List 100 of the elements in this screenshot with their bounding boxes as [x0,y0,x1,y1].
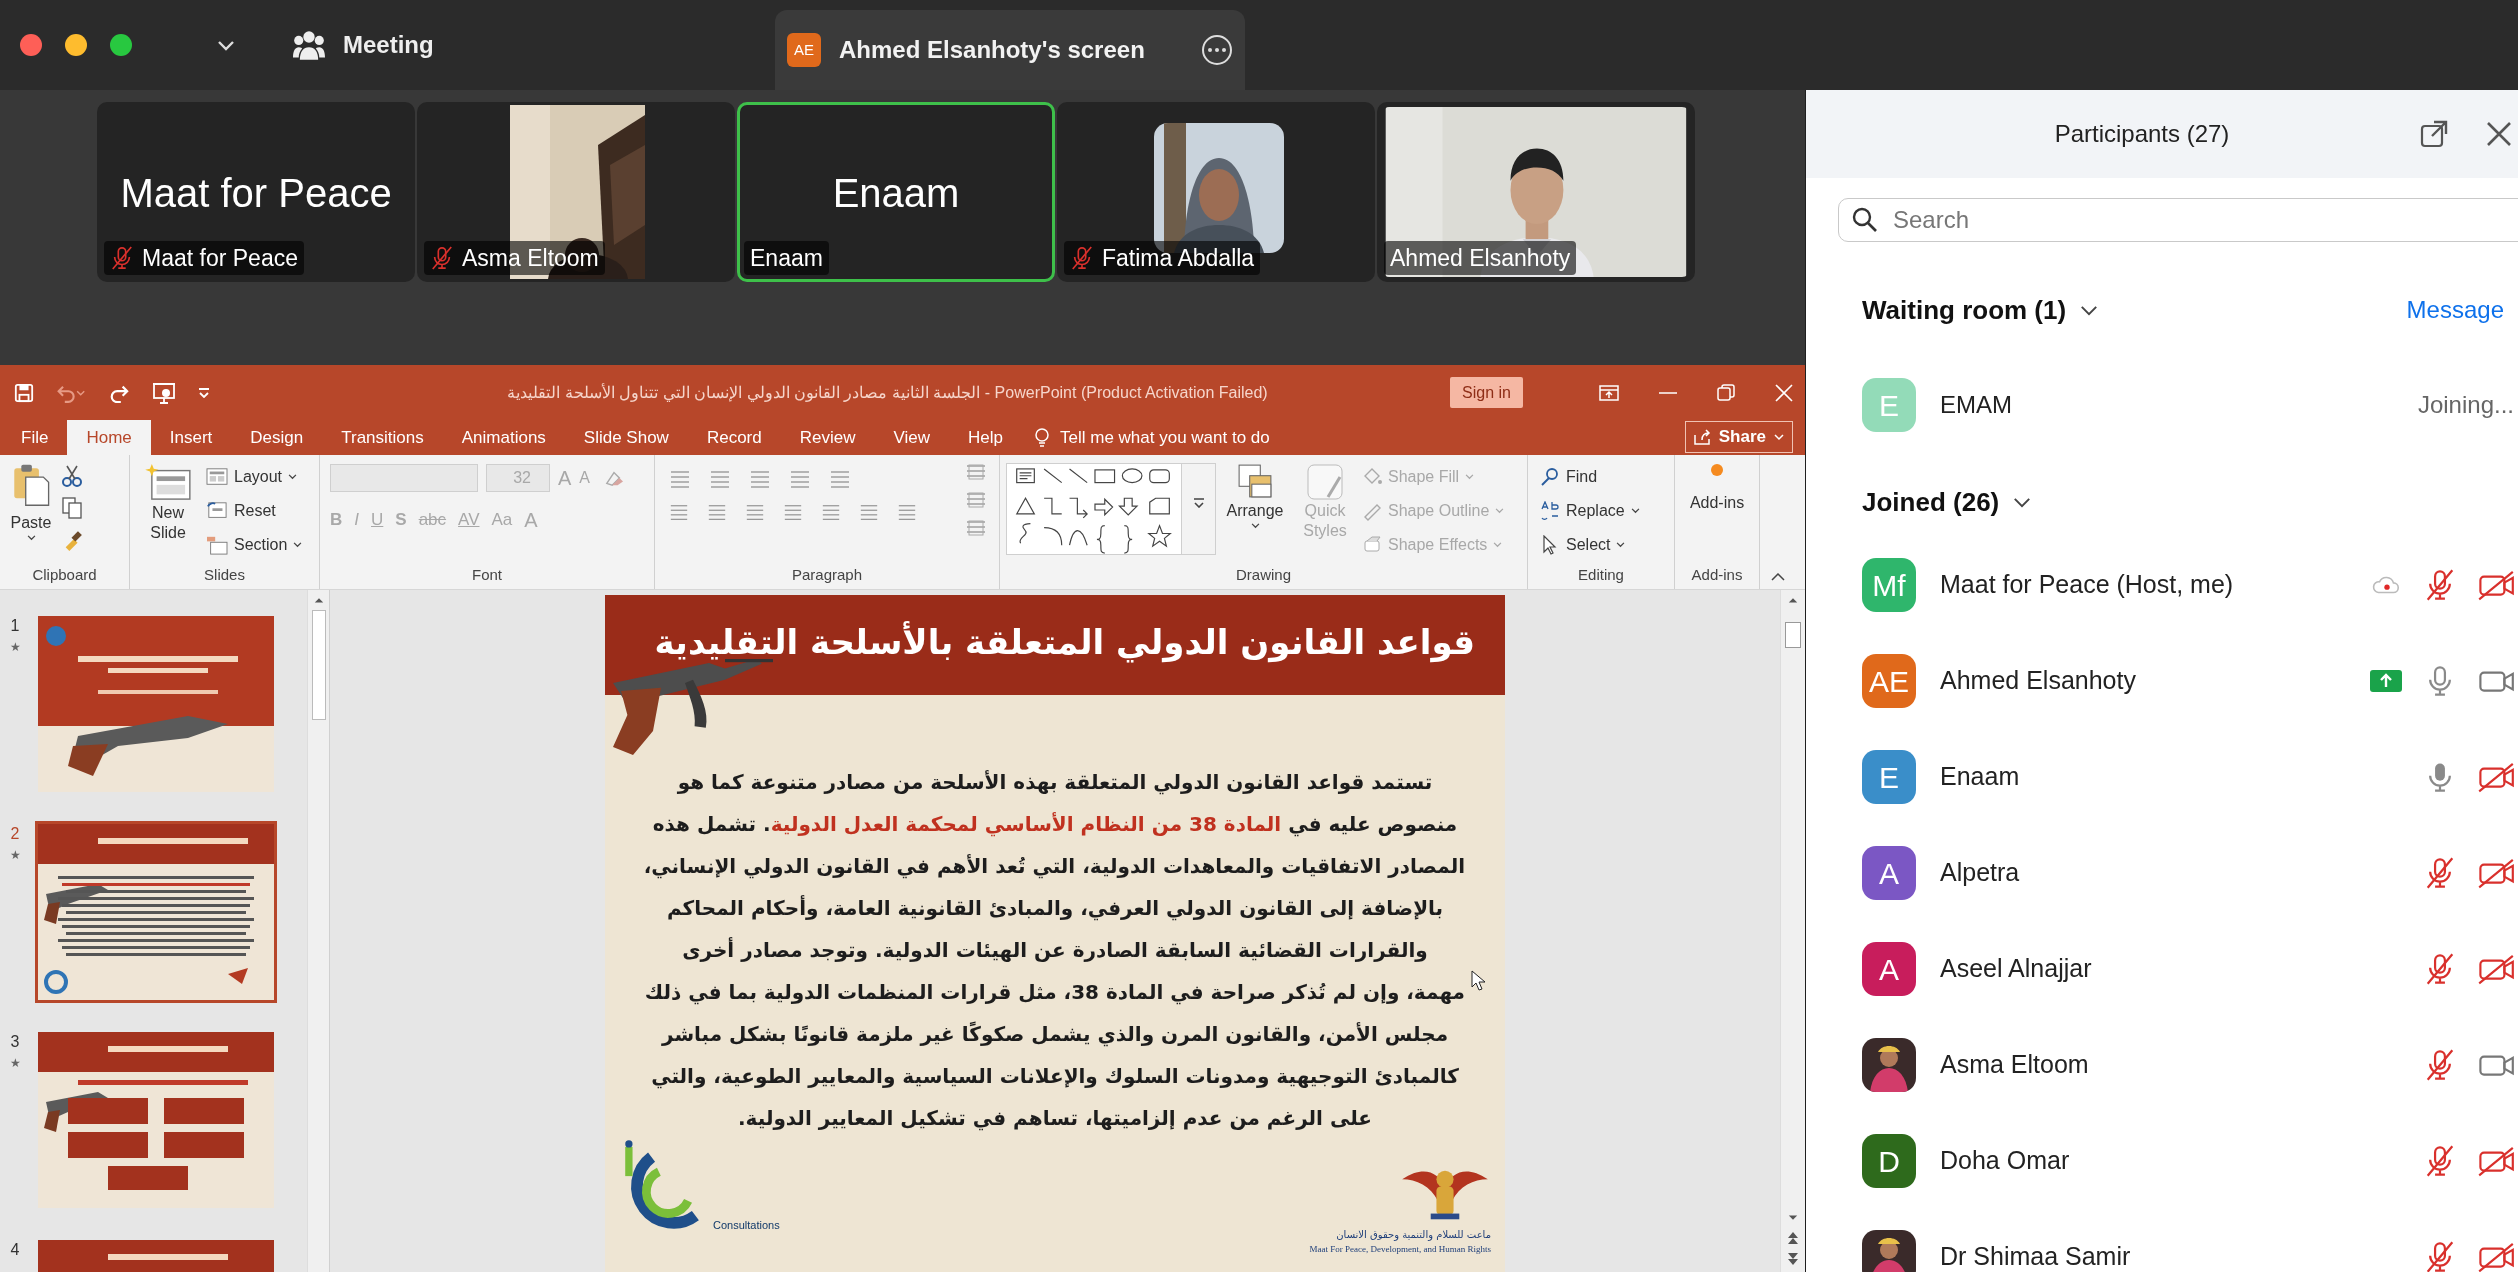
video-off-icon[interactable] [2478,1241,2514,1272]
ribbon-tab[interactable]: File [2,420,68,455]
ribbon-display-icon[interactable] [1599,384,1619,401]
select-button[interactable]: Select [1540,531,1640,559]
add-ins-button[interactable]: Add-ins [1681,463,1753,515]
video-off-icon[interactable] [2478,953,2514,985]
slide-thumbnail[interactable] [35,1029,277,1211]
tell-me-search[interactable]: Tell me what you want to do [1034,420,1270,455]
muted-mic-icon[interactable] [2424,952,2456,986]
shape-effects-icon [1362,535,1382,555]
video-off-icon[interactable] [2478,1145,2514,1177]
ribbon-tab[interactable]: Home [67,420,151,455]
muted-mic-icon[interactable] [2424,1144,2456,1178]
ribbon-tab[interactable]: Help [949,420,1022,455]
muted-mic-icon[interactable] [2424,568,2456,602]
ribbon-tab[interactable]: Record [687,420,781,455]
pop-out-icon[interactable] [2420,120,2448,148]
ribbon-tab[interactable]: View [874,420,949,455]
ribbon-tab[interactable]: Slide Show [564,420,688,455]
video-off-icon[interactable] [2478,761,2514,793]
minimize-icon[interactable] [1659,391,1677,394]
customize-toolbar-icon[interactable] [198,387,210,398]
rtl-icon[interactable] [859,503,879,523]
participant-row[interactable]: E EMAM Joining... [1806,357,2518,453]
copy-icon[interactable] [62,497,82,519]
thumbnail-scrollbar[interactable] [307,590,329,1272]
slide-scrollbar[interactable] [1780,590,1805,1272]
participant-row[interactable]: A Alpetra [1806,825,2518,921]
participant-row[interactable]: E Enaam [1806,729,2518,825]
ribbon-tab[interactable]: Animations [442,420,565,455]
meeting-menu[interactable]: Meeting [343,27,434,63]
ribbon-tab[interactable]: Transitions [322,420,443,455]
ribbon-tab[interactable]: Review [780,420,875,455]
message-link[interactable]: Message [2406,292,2504,328]
justify-icon[interactable] [783,503,803,523]
video-off-icon[interactable] [2478,569,2514,601]
section-heading[interactable]: Joined (26) [1862,482,2000,522]
screen-share-tab[interactable]: AE Ahmed Elsanhoty's screen [775,10,1245,90]
ribbon-tab[interactable]: Insert [150,420,232,455]
share-icon [1693,429,1711,445]
arrange-button[interactable]: Arrange [1222,463,1288,529]
ribbon-tab[interactable]: Design [231,420,323,455]
window-zoom-button[interactable] [110,34,132,56]
new-slide-button[interactable]: New Slide [136,463,200,543]
next-slide-icon[interactable] [1787,1252,1799,1266]
muted-mic-icon[interactable] [2424,856,2456,890]
paint-bucket-icon [1362,467,1382,487]
video-off-icon[interactable] [2478,857,2514,889]
reset-button[interactable]: Reset [206,497,303,525]
sign-in-button[interactable]: Sign in [1450,377,1523,408]
slide-thumbnail[interactable] [35,821,277,1003]
save-icon[interactable] [14,382,34,403]
more-shapes-icon[interactable] [1192,498,1205,508]
layout-button[interactable]: Layout [206,463,303,491]
logo-caption: Maat For Peace, Development, and Human Rights [1309,1243,1491,1256]
align-center-icon[interactable] [707,503,727,523]
collapse-ribbon-icon[interactable] [1771,573,1785,581]
chevron-down-icon[interactable] [2080,304,2099,316]
search-field[interactable]: Search [1838,198,2518,242]
participant-row[interactable]: Dr Shimaa Samir [1806,1209,2518,1272]
scroll-up-icon[interactable] [313,596,324,604]
section-button[interactable]: Section [206,531,303,559]
scroll-thumb[interactable] [1785,622,1801,648]
presentation-icon[interactable] [152,381,176,404]
participant-row[interactable]: A Aseel Alnajjar [1806,921,2518,1017]
find-button[interactable]: Find [1540,463,1640,491]
section-heading[interactable]: Waiting room (1) [1862,290,2067,330]
close-icon[interactable] [2486,121,2512,147]
muted-mic-icon[interactable] [2424,1048,2456,1082]
more-options-icon[interactable] [1201,34,1233,66]
align-right-icon[interactable] [745,503,765,523]
scroll-down-icon[interactable] [1788,1214,1798,1222]
align-left-icon[interactable] [669,503,689,523]
previous-slide-icon[interactable] [1787,1230,1799,1244]
restore-icon[interactable] [1717,383,1735,402]
caret-icon [288,474,298,480]
participant-row[interactable]: Asma Eltoom [1806,1017,2518,1113]
participant-label: Fatima Abdalla [1102,243,1255,273]
ltr-icon[interactable] [821,503,841,523]
participant-label: Ahmed Elsanhoty [1390,243,1571,273]
scroll-thumb[interactable] [311,610,326,720]
paste-button[interactable]: Paste [6,463,56,541]
slide-thumbnail[interactable] [35,613,277,795]
columns-icon[interactable] [897,503,917,523]
panel-title: Participants (27) [2054,119,2231,149]
participant-row[interactable]: Mf Maat for Peace (Host, me) [1806,537,2518,633]
chevron-down-icon[interactable] [217,38,235,52]
scroll-up-icon[interactable] [1788,596,1798,604]
chevron-down-icon[interactable] [2013,496,2032,508]
participant-row[interactable]: AE Ahmed Elsanhoty [1806,633,2518,729]
replace-button[interactable]: Replace [1540,497,1640,525]
shapes-gallery[interactable] [1006,463,1216,555]
window-close-button[interactable] [20,34,42,56]
share-button[interactable]: Share [1684,421,1793,453]
participant-row[interactable]: D Doha Omar [1806,1113,2518,1209]
cut-icon[interactable] [62,465,82,487]
search-icon [1540,467,1560,487]
window-minimize-button[interactable] [65,34,87,56]
muted-mic-icon[interactable] [2424,1240,2456,1272]
participant-name: Dr Shimaa Samir [1940,1241,2131,1272]
